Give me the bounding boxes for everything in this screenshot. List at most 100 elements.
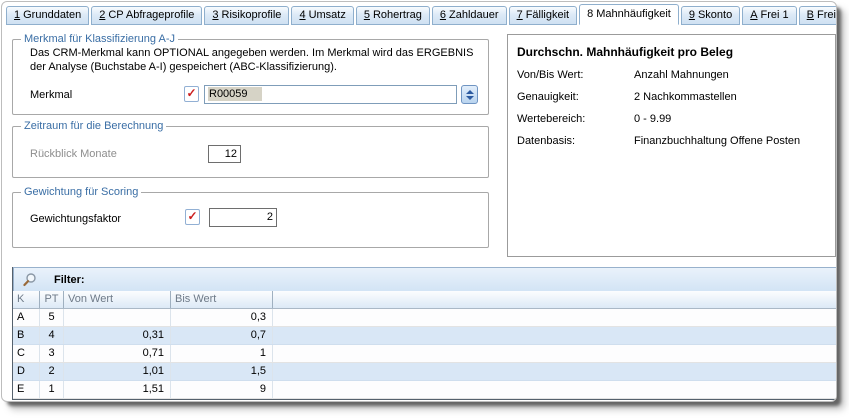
- cell-pt: 5: [40, 309, 64, 326]
- classification-grid: Filter: K PT Von Wert Bis Wert A 5 0,3 B…: [12, 267, 837, 400]
- tab-hotkey: A: [750, 9, 757, 21]
- table-row[interactable]: A 5 0,3: [13, 309, 837, 327]
- info-row: Genauigkeit:2 Nachkommastellen: [517, 91, 737, 103]
- tab-mahnhaeufigkeit[interactable]: 8Mahnhäufigkeit: [579, 4, 679, 25]
- tab-label: Fälligkeit: [526, 9, 569, 21]
- merkmal-checkbox[interactable]: ✓: [184, 86, 199, 102]
- column-header-von-wert[interactable]: Von Wert: [64, 291, 171, 308]
- tab-rohertrag[interactable]: 5Rohertrag: [356, 6, 430, 25]
- cell-von-wert: 0,31: [64, 327, 171, 344]
- tab-hotkey: 3: [212, 9, 218, 21]
- cell-k: B: [13, 327, 40, 344]
- cell-filler: [273, 345, 837, 362]
- table-row[interactable]: D 2 1,01 1,5: [13, 363, 837, 381]
- tab-frei-1[interactable]: AFrei 1: [742, 6, 796, 25]
- gewichtungsfaktor-label: Gewichtungsfaktor: [30, 213, 121, 225]
- tab-hotkey: 9: [689, 9, 695, 21]
- groupbox-title: Merkmal für Klassifizierung A-J: [21, 33, 178, 46]
- merkmal-spinner[interactable]: [461, 85, 478, 104]
- magnifier-icon[interactable]: [22, 272, 38, 288]
- rueckblick-monate-input[interactable]: 12: [208, 145, 241, 163]
- filter-label: Filter:: [54, 274, 85, 286]
- merkmal-input[interactable]: R00059: [204, 85, 457, 104]
- tab-hotkey: 7: [517, 9, 523, 21]
- merkmal-input-value: R00059: [208, 87, 262, 101]
- cell-bis-wert: 1: [171, 345, 273, 362]
- tab-skonto[interactable]: 9Skonto: [681, 6, 740, 25]
- cell-bis-wert: 0,3: [171, 309, 273, 326]
- gewichtungsfaktor-input[interactable]: 2: [209, 208, 277, 227]
- tab-hotkey: 6: [440, 9, 446, 21]
- info-value: Finanzbuchhaltung Offene Posten: [634, 135, 800, 147]
- tab-label: Skonto: [698, 9, 732, 21]
- cell-von-wert: 0,71: [64, 345, 171, 362]
- cell-filler: [273, 327, 837, 344]
- cell-bis-wert: 1,5: [171, 363, 273, 380]
- info-row: Datenbasis:Finanzbuchhaltung Offene Post…: [517, 135, 800, 147]
- cell-pt: 1: [40, 381, 64, 398]
- cell-von-wert: 1,01: [64, 363, 171, 380]
- info-value: 2 Nachkommastellen: [634, 91, 737, 103]
- table-header: K PT Von Wert Bis Wert: [13, 291, 837, 309]
- tab-label: Grunddaten: [23, 9, 81, 21]
- cell-bis-wert: 9: [171, 381, 273, 398]
- groupbox-zeitraum: Zeitraum für die Berechnung Rückblick Mo…: [12, 126, 489, 178]
- tab-hotkey: 4: [299, 9, 305, 21]
- info-label: Von/Bis Wert:: [517, 69, 634, 81]
- info-panel-title: Durchschn. Mahnhäufigkeit pro Beleg: [517, 45, 733, 59]
- tab-risikoprofile[interactable]: 3 Risikoprofile: [204, 6, 289, 25]
- red-check-icon: ✓: [187, 210, 197, 222]
- cell-k: D: [13, 363, 40, 380]
- info-row: Wertebereich:0 - 9.99: [517, 113, 671, 125]
- info-label: Genauigkeit:: [517, 91, 634, 103]
- cell-filler: [273, 309, 837, 326]
- cell-pt: 4: [40, 327, 64, 344]
- cell-von-wert: 1,51: [64, 381, 171, 398]
- groupbox-title: Zeitraum für die Berechnung: [21, 120, 166, 133]
- tab-hotkey: 2: [99, 9, 105, 21]
- info-label: Datenbasis:: [517, 135, 634, 147]
- tab-grunddaten[interactable]: 1Grunddaten: [6, 6, 89, 25]
- info-panel: Durchschn. Mahnhäufigkeit pro Beleg Von/…: [507, 34, 836, 257]
- spinner-down-icon: [466, 96, 474, 100]
- cell-pt: 3: [40, 345, 64, 362]
- tab-label: Umsatz: [309, 9, 346, 21]
- tab-hotkey: B: [807, 9, 814, 21]
- tab-faelligkeit[interactable]: 7Fälligkeit: [509, 6, 578, 25]
- tab-zahldauer[interactable]: 6Zahldauer: [432, 6, 507, 25]
- tab-label: Risikoprofile: [222, 9, 282, 21]
- cell-pt: 2: [40, 363, 64, 380]
- tab-umsatz[interactable]: 4 Umsatz: [291, 6, 353, 25]
- cell-filler: [273, 381, 837, 398]
- table-row[interactable]: C 3 0,71 1: [13, 345, 837, 363]
- column-header-bis-wert[interactable]: Bis Wert: [171, 291, 273, 308]
- cell-filler: [273, 363, 837, 380]
- tab-hotkey: 1: [14, 9, 20, 21]
- groupbox-title: Gewichtung für Scoring: [21, 186, 141, 199]
- groupbox-gewichtung: Gewichtung für Scoring Gewichtungsfaktor…: [12, 192, 489, 248]
- column-header-filler: [273, 291, 837, 308]
- cell-von-wert: [64, 309, 171, 326]
- tab-hotkey: 8: [587, 8, 593, 20]
- cell-k: C: [13, 345, 40, 362]
- merkmal-label: Merkmal: [30, 89, 72, 101]
- gewichtungsfaktor-checkbox[interactable]: ✓: [185, 209, 200, 225]
- column-header-pt[interactable]: PT: [40, 291, 64, 308]
- tab-label: Rohertrag: [373, 9, 422, 21]
- cell-k: E: [13, 381, 40, 398]
- info-value: 0 - 9.99: [634, 113, 671, 125]
- column-header-k[interactable]: K: [13, 291, 40, 308]
- table-row[interactable]: E 1 1,51 9: [13, 381, 837, 399]
- tab-bar: 1Grunddaten 2CP Abfrageprofile 3 Risikopr…: [6, 4, 836, 25]
- filter-bar: Filter:: [13, 267, 837, 292]
- tab-label: Mahnhäufigkeit: [596, 8, 671, 20]
- groupbox-merkmal: Merkmal für Klassifizierung A-J Das CRM-…: [12, 39, 489, 115]
- tab-cp-abfrageprofile[interactable]: 2CP Abfrageprofile: [91, 6, 202, 25]
- tab-label: Zahldauer: [449, 9, 499, 21]
- info-value: Anzahl Mahnungen: [634, 69, 729, 81]
- merkmal-description: Das CRM-Merkmal kann OPTIONAL angegeben …: [30, 46, 474, 74]
- tab-frei-2[interactable]: BFrei 2: [799, 6, 837, 25]
- table-row[interactable]: B 4 0,31 0,7: [13, 327, 837, 345]
- cell-k: A: [13, 309, 40, 326]
- info-row: Von/Bis Wert:Anzahl Mahnungen: [517, 69, 729, 81]
